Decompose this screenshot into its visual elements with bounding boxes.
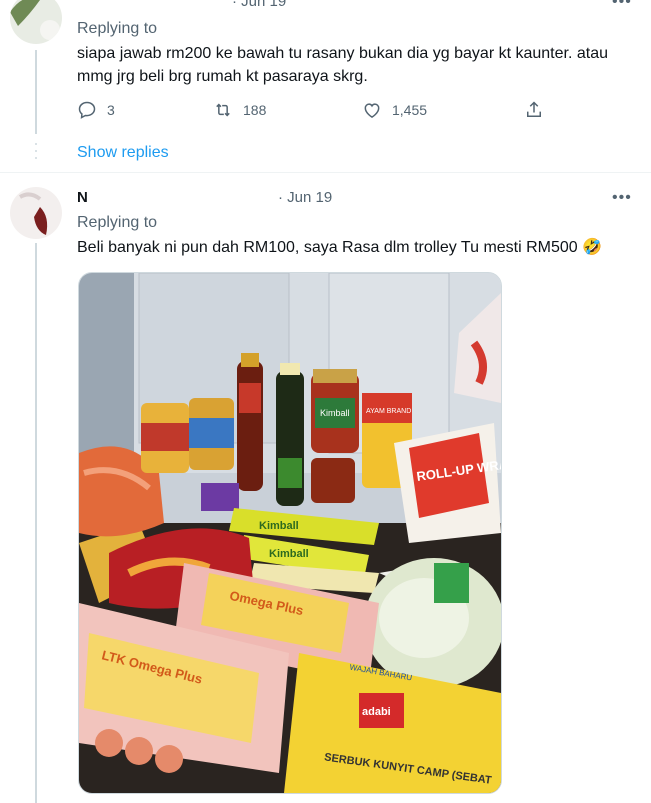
share-button[interactable] bbox=[524, 100, 544, 120]
thread-dots bbox=[35, 143, 37, 159]
tweet-date[interactable]: · Jun 19 bbox=[232, 0, 286, 10]
show-replies-link[interactable]: Show replies bbox=[77, 144, 169, 162]
reply-button[interactable]: 3 bbox=[77, 100, 115, 120]
tweet-text: Beli banyak ni pun dah RM100, saya Rasa … bbox=[77, 239, 603, 256]
ayam-brand-label: AYAM BRAND bbox=[366, 408, 411, 415]
like-button[interactable]: 1,455 bbox=[362, 100, 427, 120]
adabi-label: adabi bbox=[362, 706, 391, 718]
thread-line bbox=[35, 50, 37, 134]
avatar[interactable] bbox=[10, 0, 62, 44]
share-icon bbox=[527, 101, 541, 117]
retweet-count: 188 bbox=[243, 102, 267, 118]
author-name[interactable]: N bbox=[77, 189, 88, 206]
kimball-sachet-2: Kimball bbox=[269, 548, 309, 560]
reply-icon bbox=[78, 101, 96, 119]
like-count: 1,455 bbox=[392, 102, 428, 118]
tweet-author[interactable]: N bbox=[77, 189, 272, 206]
retweet-button[interactable]: 188 bbox=[213, 100, 266, 120]
redacted-handle bbox=[92, 195, 272, 201]
thread-line bbox=[35, 243, 37, 803]
reply-count: 3 bbox=[107, 102, 115, 118]
kimball-sachet-1: Kimball bbox=[259, 520, 299, 532]
avatar[interactable] bbox=[10, 187, 62, 239]
more-icon[interactable]: ••• bbox=[612, 0, 632, 11]
retweet-icon bbox=[216, 103, 230, 117]
heart-icon bbox=[364, 103, 380, 118]
tweet-text: siapa jawab rm200 ke bawah tu rasany buk… bbox=[77, 45, 608, 85]
tweet-photo[interactable]: Kimball AYAM BRAND ROLL-UP WRAPS Kimball… bbox=[78, 272, 502, 794]
kimball-label: Kimball bbox=[320, 408, 350, 418]
replying-to-label: Replying to bbox=[77, 214, 158, 231]
replying-to-label: Replying to bbox=[77, 20, 158, 37]
more-icon[interactable]: ••• bbox=[612, 189, 632, 207]
groceries-photo: Kimball AYAM BRAND ROLL-UP WRAPS Kimball… bbox=[79, 273, 501, 793]
tweet-date[interactable]: · Jun 19 bbox=[278, 189, 332, 206]
tweet-1: · Jun 19 ••• Replying to siapa jawab rm2… bbox=[0, 0, 651, 172]
